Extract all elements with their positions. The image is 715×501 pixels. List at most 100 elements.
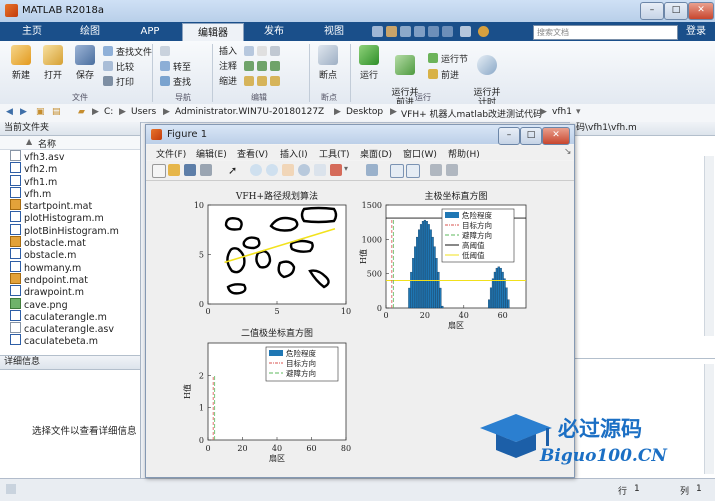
- run-section-button[interactable]: 运行节: [428, 53, 468, 65]
- file-list-item[interactable]: caculatebeta.m: [0, 334, 140, 347]
- crumb-project[interactable]: VFH+ 机器人matlab改进测试代码: [401, 107, 542, 120]
- figure-minimize-button[interactable]: –: [498, 127, 520, 145]
- menu-insert[interactable]: 插入(I): [280, 147, 308, 160]
- comment-icons[interactable]: [244, 61, 283, 73]
- tab-home[interactable]: 主页: [4, 22, 60, 41]
- save-figure-icon[interactable]: [184, 164, 196, 176]
- up-folder-icon[interactable]: ▣: [36, 107, 45, 117]
- file-list-item[interactable]: obstacle.m: [0, 248, 140, 261]
- brush-icon[interactable]: [330, 164, 342, 176]
- crumb-drive[interactable]: C:: [104, 107, 113, 117]
- file-list-item[interactable]: vfh.m: [0, 186, 140, 200]
- undo-icon[interactable]: [428, 26, 439, 37]
- quick-cut-icon[interactable]: [386, 26, 397, 37]
- redo-icon[interactable]: [442, 26, 453, 37]
- menu-edit[interactable]: 编辑(E): [196, 147, 227, 160]
- save-button[interactable]: 保存: [70, 45, 100, 81]
- zoom-in-icon[interactable]: [250, 164, 262, 176]
- forward-icon[interactable]: ▶: [20, 107, 27, 117]
- nav-back-button[interactable]: [160, 46, 173, 58]
- menu-file[interactable]: 文件(F): [156, 147, 186, 160]
- print-figure-icon[interactable]: [200, 164, 212, 176]
- menu-tools[interactable]: 工具(T): [319, 147, 350, 160]
- link-plot-icon[interactable]: [366, 164, 378, 176]
- file-list-item[interactable]: obstacle.mat: [0, 236, 140, 249]
- menu-help[interactable]: 帮助(H): [448, 147, 480, 160]
- find-button[interactable]: 查找: [160, 76, 191, 88]
- file-list-item[interactable]: drawpoint.m: [0, 285, 140, 298]
- open-file-icon[interactable]: [168, 164, 180, 176]
- indent-icons[interactable]: [244, 76, 283, 88]
- back-icon[interactable]: ◀: [6, 107, 13, 117]
- file-list-item[interactable]: cave.png: [0, 297, 140, 311]
- menu-view[interactable]: 查看(V): [237, 147, 268, 160]
- close-button[interactable]: ✕: [688, 2, 714, 20]
- tab-apps[interactable]: APP: [122, 22, 178, 41]
- help-icon[interactable]: [478, 26, 489, 37]
- file-list-item[interactable]: vfh3.asv: [0, 150, 140, 163]
- file-list-item[interactable]: plotHistogram.m: [0, 211, 140, 224]
- zoom-out-icon[interactable]: [266, 164, 278, 176]
- command-scrollbar[interactable]: [704, 364, 714, 474]
- compare-button[interactable]: 比较: [103, 61, 134, 73]
- editor-scrollbar[interactable]: [704, 156, 714, 336]
- menu-window[interactable]: 窗口(W): [403, 147, 437, 160]
- goto-button[interactable]: 转至: [160, 61, 191, 73]
- file-list-item[interactable]: howmany.m: [0, 260, 140, 274]
- new-button[interactable]: 新建: [6, 45, 36, 81]
- brush-dropdown-icon[interactable]: ▾: [344, 164, 356, 176]
- menu-desktop[interactable]: 桌面(D): [360, 147, 392, 160]
- legend-icon[interactable]: [406, 164, 420, 178]
- tab-view[interactable]: 视图: [306, 22, 362, 41]
- figure-maximize-button[interactable]: □: [520, 127, 542, 145]
- run-button[interactable]: 运行: [356, 45, 382, 81]
- crumb-vfh1[interactable]: vfh1: [552, 107, 572, 117]
- indent-button[interactable]: 缩进: [219, 76, 237, 88]
- browse-folder-icon[interactable]: ▤: [52, 107, 61, 117]
- pointer-icon[interactable]: ➚: [228, 164, 240, 177]
- figure-close-button[interactable]: ✕: [542, 127, 570, 145]
- search-input[interactable]: 搜索文档: [533, 25, 678, 40]
- file-list-item[interactable]: plotBinHistogram.m: [0, 223, 140, 237]
- quick-paste-icon[interactable]: [414, 26, 425, 37]
- tab-editor[interactable]: 编辑器: [182, 23, 244, 42]
- pan-icon[interactable]: [282, 164, 294, 176]
- tab-publish[interactable]: 发布: [246, 22, 302, 41]
- breakpoints-button[interactable]: 断点: [314, 45, 342, 81]
- file-list-item[interactable]: vfh1.m: [0, 174, 140, 188]
- crumb-desktop[interactable]: Desktop: [346, 107, 383, 117]
- insert-button[interactable]: 插入: [219, 46, 237, 58]
- maximize-button[interactable]: □: [664, 2, 688, 20]
- hide-tools-icon[interactable]: [430, 164, 442, 176]
- file-list-item[interactable]: vfh2.m: [0, 162, 140, 175]
- switch-window-icon[interactable]: [460, 26, 471, 37]
- crumb-users[interactable]: Users: [131, 107, 156, 117]
- run-time-button[interactable]: 运行并 计时: [472, 45, 502, 108]
- menu-dock-icon[interactable]: ↘: [564, 147, 572, 157]
- colorbar-icon[interactable]: [390, 164, 404, 178]
- fx-icon[interactable]: [244, 46, 283, 58]
- advance-button[interactable]: 前进: [428, 69, 459, 81]
- file-list-item[interactable]: caculaterangle.asv: [0, 322, 140, 335]
- file-list-item[interactable]: startpoint.mat: [0, 199, 140, 212]
- rotate-icon[interactable]: [298, 164, 310, 176]
- main-titlebar: MATLAB R2018a – □ ✕: [0, 0, 715, 23]
- file-list-item[interactable]: caculaterangle.m: [0, 309, 140, 323]
- comment-button[interactable]: 注释: [219, 61, 237, 73]
- quick-save-icon[interactable]: [372, 26, 383, 37]
- show-tools-icon[interactable]: [446, 164, 458, 176]
- quick-copy-icon[interactable]: [400, 26, 411, 37]
- login-button[interactable]: 登录: [680, 24, 712, 40]
- file-list-item[interactable]: endpoint.mat: [0, 272, 140, 286]
- print-button[interactable]: 打印: [103, 76, 134, 88]
- minimize-button[interactable]: –: [640, 2, 664, 20]
- file-column-header[interactable]: ▲ 名称: [0, 136, 140, 150]
- run-time-icon: [477, 55, 497, 75]
- find-files-button[interactable]: 查找文件: [103, 46, 152, 58]
- data-cursor-icon[interactable]: [314, 164, 326, 176]
- crumb-user[interactable]: Administrator.WIN7U-20180127Z: [175, 107, 324, 117]
- new-figure-icon[interactable]: [152, 164, 166, 178]
- crumb-dropdown-icon[interactable]: ▾: [576, 107, 581, 117]
- tab-plots[interactable]: 绘图: [62, 22, 118, 41]
- open-button[interactable]: 打开: [38, 45, 68, 81]
